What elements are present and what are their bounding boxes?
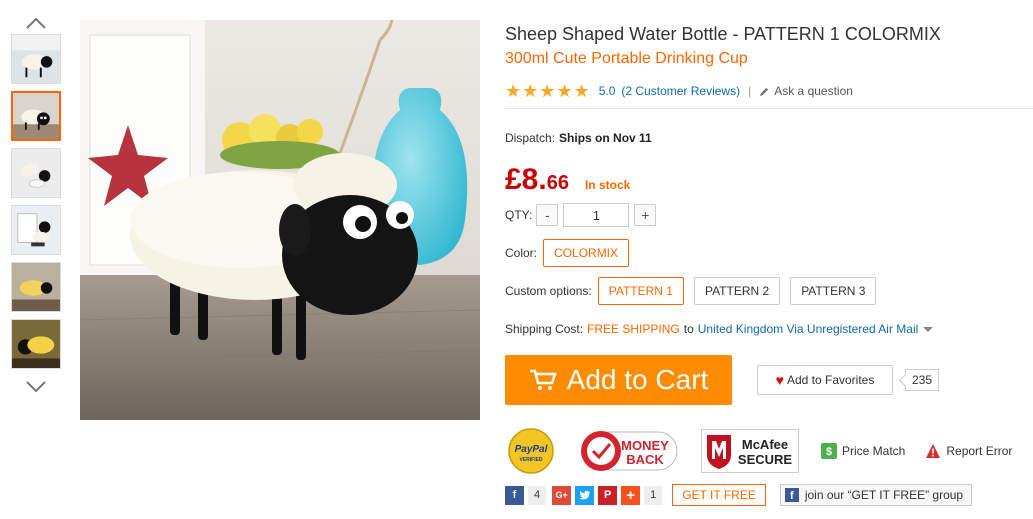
trust-badges: PayPal VERIFIED MONEY BACK McAfee SECURE… [505, 428, 1032, 474]
qty-label: QTY: [505, 208, 533, 222]
free-shipping-text: FREE SHIPPING [587, 322, 680, 336]
svg-text:$: $ [826, 446, 832, 458]
quantity-stepper: QTY: - + [505, 203, 657, 227]
thumbnail-2[interactable] [11, 91, 61, 141]
color-option-colormix[interactable]: COLORMIX [543, 239, 630, 267]
thumbnail-4[interactable] [11, 205, 61, 255]
main-product-image[interactable] [80, 20, 480, 420]
color-options: Color: COLORMIX [505, 239, 639, 267]
report-error-link[interactable]: Report Error [925, 443, 1012, 459]
money-back-label-2: BACK [626, 452, 664, 467]
price-match-link[interactable]: $ Price Match [821, 443, 905, 459]
dispatch-info: Dispatch: Ships on Nov 11 [505, 131, 652, 145]
divider-line [505, 108, 1033, 109]
thumbnail-3[interactable] [11, 148, 61, 198]
rating-stars: ★ ★ ★ ★ ★ [505, 82, 591, 100]
shipping-destination-select[interactable]: United Kingdom Via Unregistered Air Mail [698, 322, 919, 336]
money-back-badge: MONEY BACK [581, 431, 678, 471]
facebook-share-count: 4 [528, 485, 547, 505]
chevron-down-icon [26, 381, 46, 393]
thumbnail-6[interactable] [11, 319, 61, 369]
thumbnail-5[interactable] [11, 262, 61, 312]
star-icon: ★ [573, 81, 590, 101]
qty-decrease-button[interactable]: - [536, 204, 559, 226]
reviews-link[interactable]: (2 Customer Reviews) [621, 84, 740, 98]
custom-options: Custom options: PATTERN 1 PATTERN 2 PATT… [505, 277, 886, 305]
product-title: Sheep Shaped Water Bottle - PATTERN 1 CO… [505, 24, 941, 44]
paypal-verified-label: VERIFIED [519, 457, 542, 463]
qty-increase-button[interactable]: + [634, 204, 657, 226]
join-group-button[interactable]: f join our “GET IT FREE” group [779, 484, 973, 506]
dispatch-label: Dispatch: [505, 131, 556, 145]
price-match-label: Price Match [842, 444, 906, 458]
googleplus-icon[interactable]: G+ [552, 485, 572, 505]
share-bar: f 4 G+ P + 1 GET IT FREE f join our “GET… [505, 484, 973, 506]
join-group-label: join our “GET IT FREE” group [804, 488, 964, 502]
chevron-up-icon [26, 17, 46, 29]
rating-value: 5.0 [598, 84, 616, 98]
paypal-label: PayPal [515, 444, 548, 455]
more-share-count: 1 [644, 485, 663, 505]
custom-option-pattern-1[interactable]: PATTERN 1 [597, 277, 684, 305]
custom-option-pattern-3[interactable]: PATTERN 3 [790, 277, 877, 305]
thumbnail-next-button[interactable] [8, 376, 64, 398]
facebook-icon: f [784, 488, 799, 502]
pencil-icon [760, 87, 769, 96]
ask-question-label: Ask a question [774, 84, 853, 98]
shipping-row: Shipping Cost: FREE SHIPPING to United K… [505, 322, 934, 336]
price-match-icon: $ [821, 443, 837, 459]
price-cents: 66 [546, 172, 569, 194]
add-to-cart-button[interactable]: Add to Cart [505, 355, 732, 405]
warning-icon [926, 444, 941, 458]
cart-actions: Add to Cart ♥ Add to Favorites 235 [505, 355, 940, 405]
add-to-favorites-button[interactable]: ♥ Add to Favorites [757, 365, 893, 395]
money-back-label-1: MONEY [621, 438, 669, 453]
star-icon: ★ [539, 81, 556, 101]
color-label: Color: [505, 246, 538, 260]
price-row: £8. 66 In stock [505, 163, 630, 197]
twitter-bird-glyph [579, 490, 591, 499]
thumbnail-gallery [8, 12, 64, 398]
add-to-favorites-label: Add to Favorites [786, 373, 875, 387]
thumbnail-prev-button[interactable] [8, 12, 64, 34]
star-icon: ★ [522, 81, 539, 101]
mcafee-label-1: McAfee [742, 437, 788, 452]
qty-input[interactable] [563, 203, 630, 227]
cart-icon [529, 369, 557, 390]
price-main: £8. [505, 163, 547, 196]
star-icon: ★ [556, 81, 573, 101]
custom-option-pattern-2[interactable]: PATTERN 2 [693, 277, 781, 305]
facebook-icon[interactable]: f [505, 485, 524, 505]
product-subtitle: 300ml Cute Portable Drinking Cup [505, 50, 748, 67]
paypal-verified-badge: PayPal VERIFIED [508, 428, 554, 474]
divider: | [748, 84, 752, 98]
twitter-icon[interactable] [575, 485, 595, 505]
report-error-label: Report Error [946, 444, 1013, 458]
thumbnail-1[interactable] [11, 34, 61, 84]
add-to-cart-label: Add to Cart [566, 364, 709, 395]
dispatch-value: Ships on Nov 11 [559, 131, 652, 145]
heart-icon: ♥ [775, 372, 784, 388]
rating-row: ★ ★ ★ ★ ★ 5.0 (2 Customer Reviews) | Ask… [505, 82, 853, 100]
shipping-to-text: to [683, 322, 694, 336]
pinterest-icon[interactable]: P [598, 485, 618, 505]
ask-question-link[interactable]: Ask a question [759, 84, 853, 98]
favorites-count: 235 [905, 369, 940, 391]
caret-down-icon[interactable] [923, 326, 934, 332]
plus-icon[interactable]: + [621, 485, 641, 505]
custom-options-label: Custom options: [505, 284, 592, 298]
mcafee-label-2: SECURE [738, 452, 793, 467]
stock-status: In stock [584, 178, 631, 192]
get-it-free-button[interactable]: GET IT FREE [672, 484, 766, 506]
star-icon: ★ [505, 81, 522, 101]
shipping-label: Shipping Cost: [505, 322, 584, 336]
mcafee-secure-badge: McAfee SECURE [701, 429, 799, 473]
